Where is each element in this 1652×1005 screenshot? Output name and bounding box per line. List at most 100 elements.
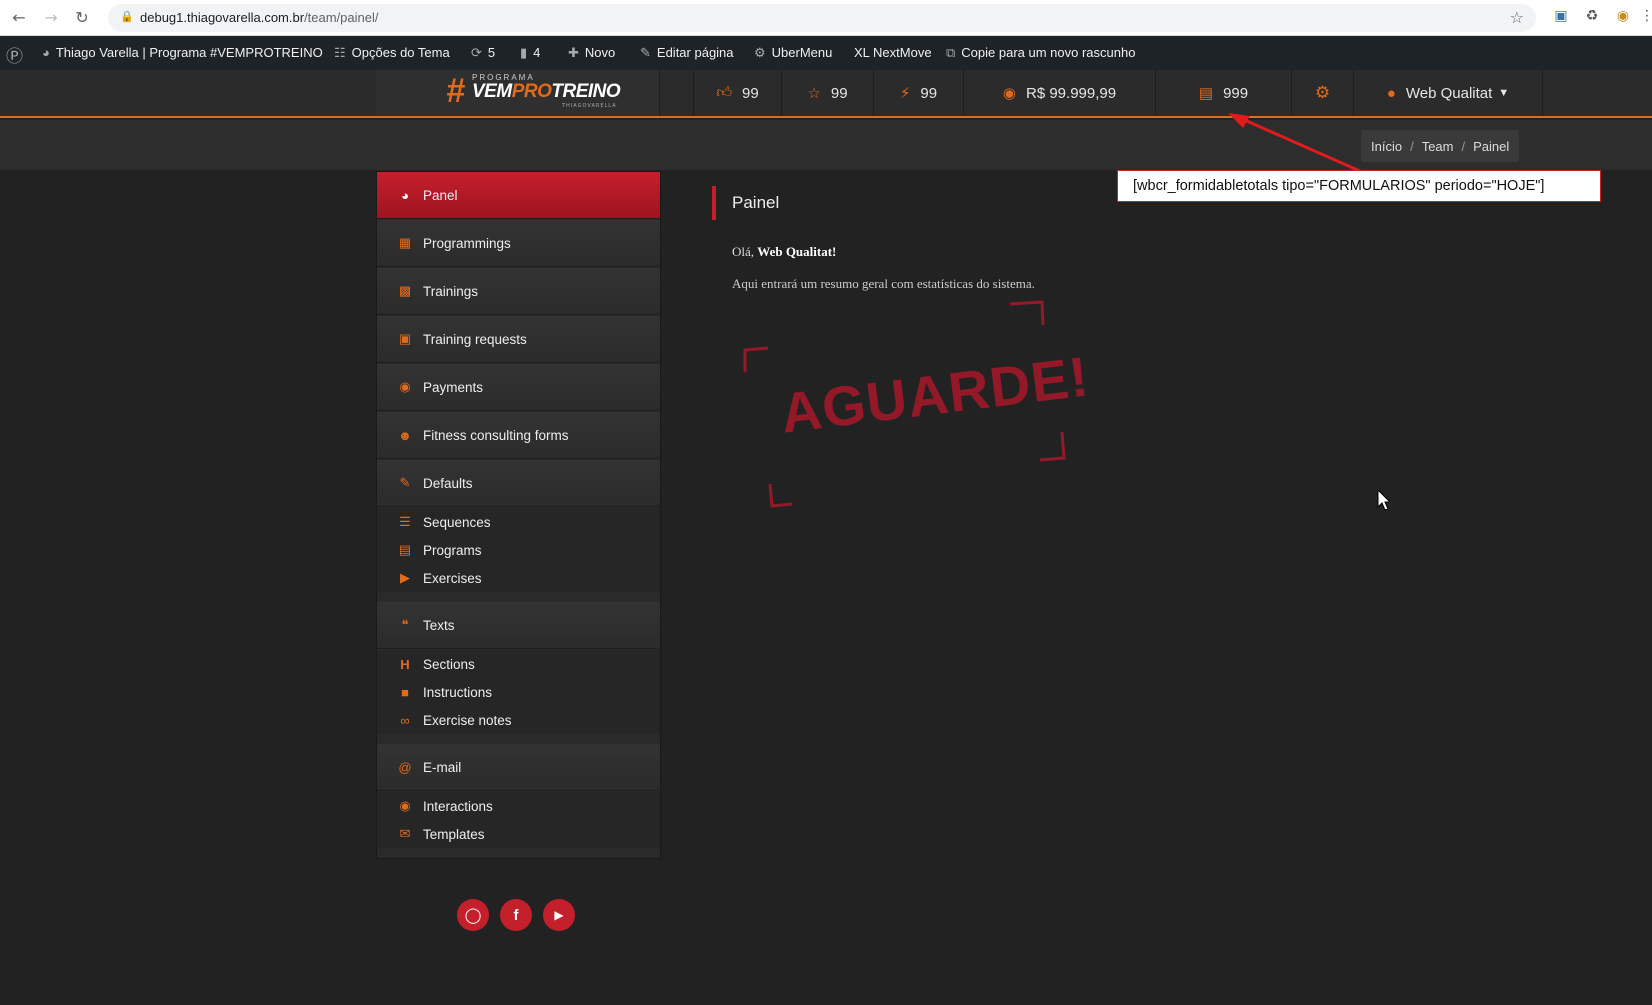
sliders-icon: ☷ [334, 45, 346, 60]
book-icon: ■ [401, 684, 409, 700]
instagram-icon[interactable]: ◯ [457, 899, 489, 931]
inbox-icon: ▣ [398, 331, 412, 346]
sidebar-subitem-sequences[interactable]: ☰ Sequences [377, 508, 660, 536]
user-icon: ● [1386, 84, 1396, 102]
gear-icon: ⚙ [1314, 83, 1331, 102]
stat-money[interactable]: ◉ R$ 99.999,99 [963, 70, 1155, 116]
admin-theme-options[interactable]: ☷ Opções do Tema [334, 45, 450, 61]
menu-icon[interactable]: ⋮ [1640, 8, 1652, 26]
gears-icon: ⚙ [754, 45, 766, 60]
sidebar-item-programmings[interactable]: ▦ Programmings [377, 220, 660, 267]
aguarde-stamp: AGUARDE! [740, 300, 1092, 510]
extension-cookie-icon[interactable]: ◉ [1614, 8, 1632, 26]
breadcrumb-separator: / [1461, 138, 1466, 154]
site-logo[interactable]: # PROGRAMA VEMPROTREINO THIAGOVARELLA [376, 70, 659, 116]
header-spacer [659, 70, 693, 116]
bolt-icon: ⚡︎ [899, 85, 911, 102]
logo-main-text: VEMPROTREINO [472, 81, 621, 102]
sidebar-item-texts[interactable]: ❝ Texts [377, 602, 660, 649]
list-icon: ☰ [399, 514, 411, 529]
thumbs-up-icon: 👍︎ [716, 84, 732, 101]
sidebar-item-fitness-forms[interactable]: ☻ Fitness consulting forms [377, 412, 660, 459]
reload-icon[interactable]: ↻ [72, 8, 92, 27]
browser-toolbar: ← → ↻ 🔒 debug1.thiagovarella.com.br/team… [0, 0, 1652, 36]
mouse-cursor-icon [1377, 489, 1391, 511]
pencil-icon: ✎ [640, 45, 651, 60]
sidebar-subitem-exercises[interactable]: ▶ Exercises [377, 564, 660, 592]
logo-sub-text: THIAGOVARELLA [562, 103, 617, 109]
greeting: Olá, Web Qualitat! [732, 244, 837, 259]
payment-icon: ◉ [399, 379, 411, 394]
admin-new[interactable]: ✚ Novo [568, 45, 615, 61]
site-header: # PROGRAMA VEMPROTREINO THIAGOVARELLA 👍︎… [0, 70, 1652, 118]
breadcrumb: Início / Team / Painel [1361, 130, 1520, 162]
breadcrumb-team[interactable]: Team [1422, 139, 1454, 154]
sidebar-subitem-programs[interactable]: ▤ Programs [377, 536, 660, 564]
bar-chart-icon: ▩ [398, 283, 412, 298]
address-bar[interactable]: 🔒 debug1.thiagovarella.com.br/team/paine… [108, 4, 1536, 32]
star-icon: ☆ [807, 85, 821, 102]
admin-comments[interactable]: ▮ 4 [520, 45, 540, 61]
comment-icon: ▮ [520, 45, 528, 60]
sidebar-item-panel[interactable]: ◕ Panel [377, 172, 660, 219]
dashboard-icon: ◕ [42, 45, 50, 60]
updates-icon: ⟳ [471, 45, 482, 60]
extension-recycle-icon[interactable]: ♻ [1583, 8, 1601, 26]
stat-stars[interactable]: ☆ 99 [781, 70, 873, 116]
wordpress-icon[interactable]: Ⓟ [6, 42, 23, 67]
stat-bolts[interactable]: ⚡︎ 99 [873, 70, 963, 116]
sidebar: ◕ Panel ▦ Programmings ▩ Trainings ▣ Trainin… [376, 171, 661, 859]
admin-updates[interactable]: ⟳ 5 [471, 45, 495, 61]
admin-ubermenu[interactable]: ⚙ UberMenu [754, 45, 832, 61]
sidebar-subitem-interactions[interactable]: ◉ Interactions [377, 792, 660, 820]
user-menu[interactable]: ● Web Qualitat ▼ [1353, 70, 1543, 116]
sidebar-item-payments[interactable]: ◉ Payments [377, 364, 660, 411]
shortcode-annotation: [wbcr_formidabletotals tipo="FORMULARIOS… [1117, 170, 1601, 202]
admin-site-name[interactable]: ◕ Thiago Varella | Programa #VEMPROTREINO [42, 45, 323, 60]
chat-icon: ◉ [399, 798, 411, 813]
dumbbell-icon: ▶ [400, 570, 410, 585]
lock-icon: 🔒 [120, 10, 134, 23]
back-icon[interactable]: ← [9, 8, 29, 27]
breadcrumb-band: Início / Team / Painel [0, 120, 1652, 170]
archive-icon: ▤ [398, 542, 412, 557]
document-icon: ▤ [1198, 85, 1214, 102]
plus-icon: ✚ [568, 45, 579, 60]
extension-screen-icon[interactable]: ▣ [1552, 8, 1570, 26]
sidebar-subitem-instructions[interactable]: ■ Instructions [377, 678, 660, 706]
breadcrumb-separator: / [1410, 138, 1414, 154]
sidebar-item-trainings[interactable]: ▩ Trainings [377, 268, 660, 315]
sidebar-subitem-sections[interactable]: H Sections [377, 650, 660, 678]
dashboard-icon: ◕ [401, 187, 409, 203]
stat-likes[interactable]: 👍︎ 99 [693, 70, 781, 116]
admin-xl-nextmove[interactable]: XL NextMove [854, 45, 932, 60]
url-text: debug1.thiagovarella.com.br/team/painel/ [140, 10, 379, 25]
youtube-icon[interactable]: ▶ [543, 899, 575, 931]
facebook-icon[interactable]: f [500, 899, 532, 931]
admin-edit-page[interactable]: ✎ Editar página [640, 45, 734, 61]
wp-admin-bar: Ⓟ ◕ Thiago Varella | Programa #VEMPROTREI… [0, 36, 1652, 70]
users-icon: ☻ [398, 427, 412, 443]
breadcrumb-current: Painel [1473, 138, 1510, 154]
copy-icon: ⧉ [946, 45, 956, 60]
sidebar-item-training-requests[interactable]: ▣ Training requests [377, 316, 660, 363]
breadcrumb-home[interactable]: Início [1371, 139, 1402, 154]
forward-icon[interactable]: → [41, 8, 61, 27]
bookmark-star-icon[interactable]: ☆ [1510, 8, 1524, 27]
settings-button[interactable]: ⚙ [1291, 70, 1353, 116]
admin-copy-draft[interactable]: ⧉ Copie para um novo rascunho [946, 45, 1135, 61]
sidebar-subitem-exercise-notes[interactable]: ∞ Exercise notes [377, 706, 660, 734]
dashboard-description: Aqui entrará um resumo geral com estatís… [732, 276, 1035, 291]
envelope-icon: ✉ [399, 826, 411, 841]
heading-icon: H [400, 656, 410, 672]
sidebar-item-email[interactable]: @ E-mail [377, 744, 660, 791]
edit-icon: ✎ [399, 475, 411, 490]
chevron-down-icon: ▼ [1498, 87, 1510, 99]
stat-forms[interactable]: ▤ 999 [1155, 70, 1291, 116]
quote-icon: ❝ [401, 617, 409, 632]
page-title: Painel [732, 193, 780, 212]
sidebar-subitem-templates[interactable]: ✉ Templates [377, 820, 660, 848]
paperclip-icon: ∞ [400, 712, 410, 728]
sidebar-item-defaults[interactable]: ✎ Defaults [377, 460, 660, 507]
money-icon: ◉ [1002, 85, 1016, 102]
